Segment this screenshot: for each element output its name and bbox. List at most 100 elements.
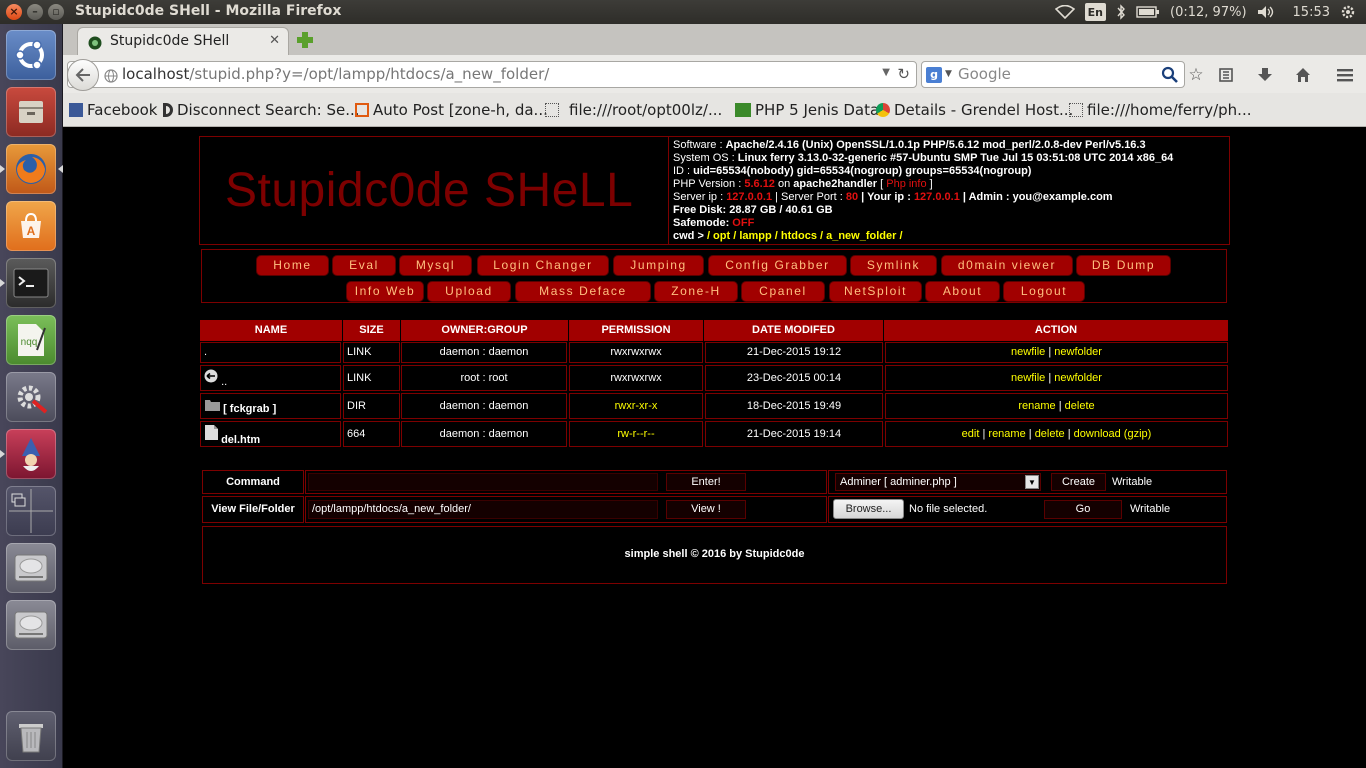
workspace-switcher-icon[interactable] <box>6 486 56 536</box>
browse-button[interactable]: Browse... <box>833 499 904 519</box>
trash-icon[interactable] <box>6 711 56 761</box>
bookmark-item[interactable]: Facebook <box>69 101 157 119</box>
tab-active[interactable]: Stupidc0de SHell ✕ <box>77 27 289 55</box>
menu-info-web[interactable]: Info Web <box>346 281 424 302</box>
create-button[interactable]: Create <box>1051 473 1106 491</box>
wifi-icon[interactable] <box>1054 3 1075 21</box>
url-text[interactable]: localhost/stupid.php?y=/opt/lampp/htdocs… <box>122 65 549 83</box>
menu-login-changer[interactable]: Login Changer <box>477 255 609 276</box>
menu-jumping[interactable]: Jumping <box>613 255 704 276</box>
history-dropdown-icon[interactable]: ▼ <box>882 67 890 78</box>
edit-link[interactable]: edit <box>962 428 980 440</box>
tab-close-button[interactable]: ✕ <box>269 33 280 48</box>
newfolder-link[interactable]: newfolder <box>1054 372 1102 384</box>
back-button[interactable] <box>67 59 99 91</box>
adminer-select[interactable]: Adminer [ adminer.php ] ▼ <box>835 473 1041 491</box>
file-permission[interactable]: rwxr-xr-x <box>569 393 703 419</box>
volume-icon[interactable] <box>1257 3 1275 21</box>
clock[interactable]: 15:53 <box>1293 5 1330 20</box>
file-name-cell[interactable]: [ fckgrab ] <box>200 393 341 419</box>
menu-symlink[interactable]: Symlink <box>850 255 937 276</box>
rename-link[interactable]: rename <box>988 428 1025 440</box>
file-name[interactable]: . <box>200 342 341 363</box>
bookmark-item[interactable]: Details - Grendel Host... <box>876 101 1073 119</box>
menu-upload[interactable]: Upload <box>427 281 511 302</box>
bookmark-item[interactable]: Auto Post [zone-h, da... <box>355 101 548 119</box>
window-minimize-button[interactable]: – <box>27 4 43 20</box>
shell-logo: Stupidc0de SHeLL <box>225 164 634 217</box>
file-actions: edit | rename | delete | download (gzip) <box>885 421 1228 447</box>
info-php: PHP Version : 5.6.12 on apache2handler [… <box>673 178 933 190</box>
menu-db-dump[interactable]: DB Dump <box>1076 255 1171 276</box>
bookmark-star-icon[interactable]: ☆ <box>1185 64 1207 86</box>
enter-button[interactable]: Enter! <box>666 473 746 491</box>
battery-icon[interactable] <box>1136 3 1160 21</box>
menu-mass-deface[interactable]: Mass Deface <box>515 281 651 302</box>
table-row: del.htm 664 daemon : daemon rw-r--r-- 21… <box>200 421 1228 448</box>
cwd-path-links[interactable]: / opt / lampp / htdocs / a_new_folder / <box>707 230 903 242</box>
file-size: LINK <box>343 342 400 363</box>
text-editor-icon[interactable]: nqq <box>6 315 56 365</box>
menu-about[interactable]: About <box>925 281 1000 302</box>
delete-link[interactable]: delete <box>1035 428 1065 440</box>
google-engine-icon[interactable]: g <box>926 67 942 83</box>
svg-text:A: A <box>27 224 36 238</box>
software-center-icon[interactable]: A <box>6 201 56 251</box>
home-icon[interactable] <box>1292 64 1314 86</box>
bookmark-item[interactable]: PHP 5 Jenis Data <box>735 101 879 119</box>
bookmark-item[interactable]: file:///home/ferry/ph... <box>1069 101 1251 119</box>
menu-cpanel[interactable]: Cpanel <box>741 281 825 302</box>
bluetooth-icon[interactable] <box>1116 3 1126 21</box>
menu-netsploit[interactable]: NetSploit <box>829 281 922 302</box>
menu-eval[interactable]: Eval <box>332 255 396 276</box>
command-input[interactable] <box>308 473 658 491</box>
keyboard-layout-indicator[interactable]: En <box>1084 3 1107 21</box>
rename-link[interactable]: rename <box>1018 400 1055 412</box>
window-close-button[interactable]: × <box>6 4 22 20</box>
reload-icon[interactable]: ↻ <box>897 65 910 83</box>
window-title: Stupidc0de SHell - Mozilla Firefox <box>75 3 342 19</box>
search-input[interactable]: Google <box>958 65 1011 83</box>
ubuntu-dash-icon[interactable] <box>6 30 56 80</box>
newfolder-link[interactable]: newfolder <box>1054 346 1102 358</box>
select-arrow-icon[interactable]: ▼ <box>1025 475 1039 489</box>
bookmark-item[interactable]: Disconnect Search: Se... <box>163 101 360 119</box>
delete-link[interactable]: delete <box>1065 400 1095 412</box>
download-gzip-link[interactable]: download (gzip) <box>1074 428 1152 440</box>
php-info-link[interactable]: Php info <box>886 178 926 190</box>
new-tab-plus-icon[interactable] <box>295 30 315 50</box>
bookmark-item[interactable]: file:///root/opt00lz/... <box>545 101 722 119</box>
drive-icon[interactable] <box>6 600 56 650</box>
view-path-input[interactable]: /opt/lampp/htdocs/a_new_folder/ <box>308 500 658 519</box>
window-maximize-button[interactable]: ▫ <box>48 4 64 20</box>
wizard-app-icon[interactable] <box>6 429 56 479</box>
file-name-cell[interactable]: del.htm <box>200 421 341 447</box>
drive-icon[interactable] <box>6 543 56 593</box>
globe-icon[interactable] <box>104 68 118 83</box>
go-button[interactable]: Go <box>1044 500 1122 519</box>
newfile-link[interactable]: newfile <box>1011 346 1045 358</box>
bookmarks-menu-icon[interactable] <box>1215 64 1237 86</box>
files-icon[interactable] <box>6 87 56 137</box>
newfile-link[interactable]: newfile <box>1011 372 1045 384</box>
menu-domain-viewer[interactable]: d0main viewer <box>941 255 1073 276</box>
url-bar[interactable]: localhost/stupid.php?y=/opt/lampp/htdocs… <box>67 59 917 91</box>
search-bar[interactable]: g ▼ Google <box>921 61 1185 88</box>
file-date: 21-Dec-2015 19:12 <box>705 342 883 363</box>
power-gear-icon[interactable] <box>1340 3 1356 21</box>
file-name-cell[interactable]: .. <box>200 365 341 391</box>
menu-logout[interactable]: Logout <box>1003 281 1085 302</box>
hamburger-menu-icon[interactable] <box>1334 64 1356 86</box>
system-settings-icon[interactable] <box>6 372 56 422</box>
terminal-icon[interactable] <box>6 258 56 308</box>
search-icon[interactable] <box>1161 66 1179 84</box>
file-permission[interactable]: rw-r--r-- <box>569 421 703 447</box>
engine-dropdown-icon[interactable]: ▼ <box>945 69 952 79</box>
menu-home[interactable]: Home <box>256 255 329 276</box>
downloads-icon[interactable] <box>1254 64 1276 86</box>
view-button[interactable]: View ! <box>666 500 746 519</box>
menu-config-grabber[interactable]: Config Grabber <box>708 255 847 276</box>
menu-mysql[interactable]: Mysql <box>399 255 472 276</box>
menu-zone-h[interactable]: Zone-H <box>654 281 738 302</box>
firefox-icon[interactable] <box>6 144 56 194</box>
